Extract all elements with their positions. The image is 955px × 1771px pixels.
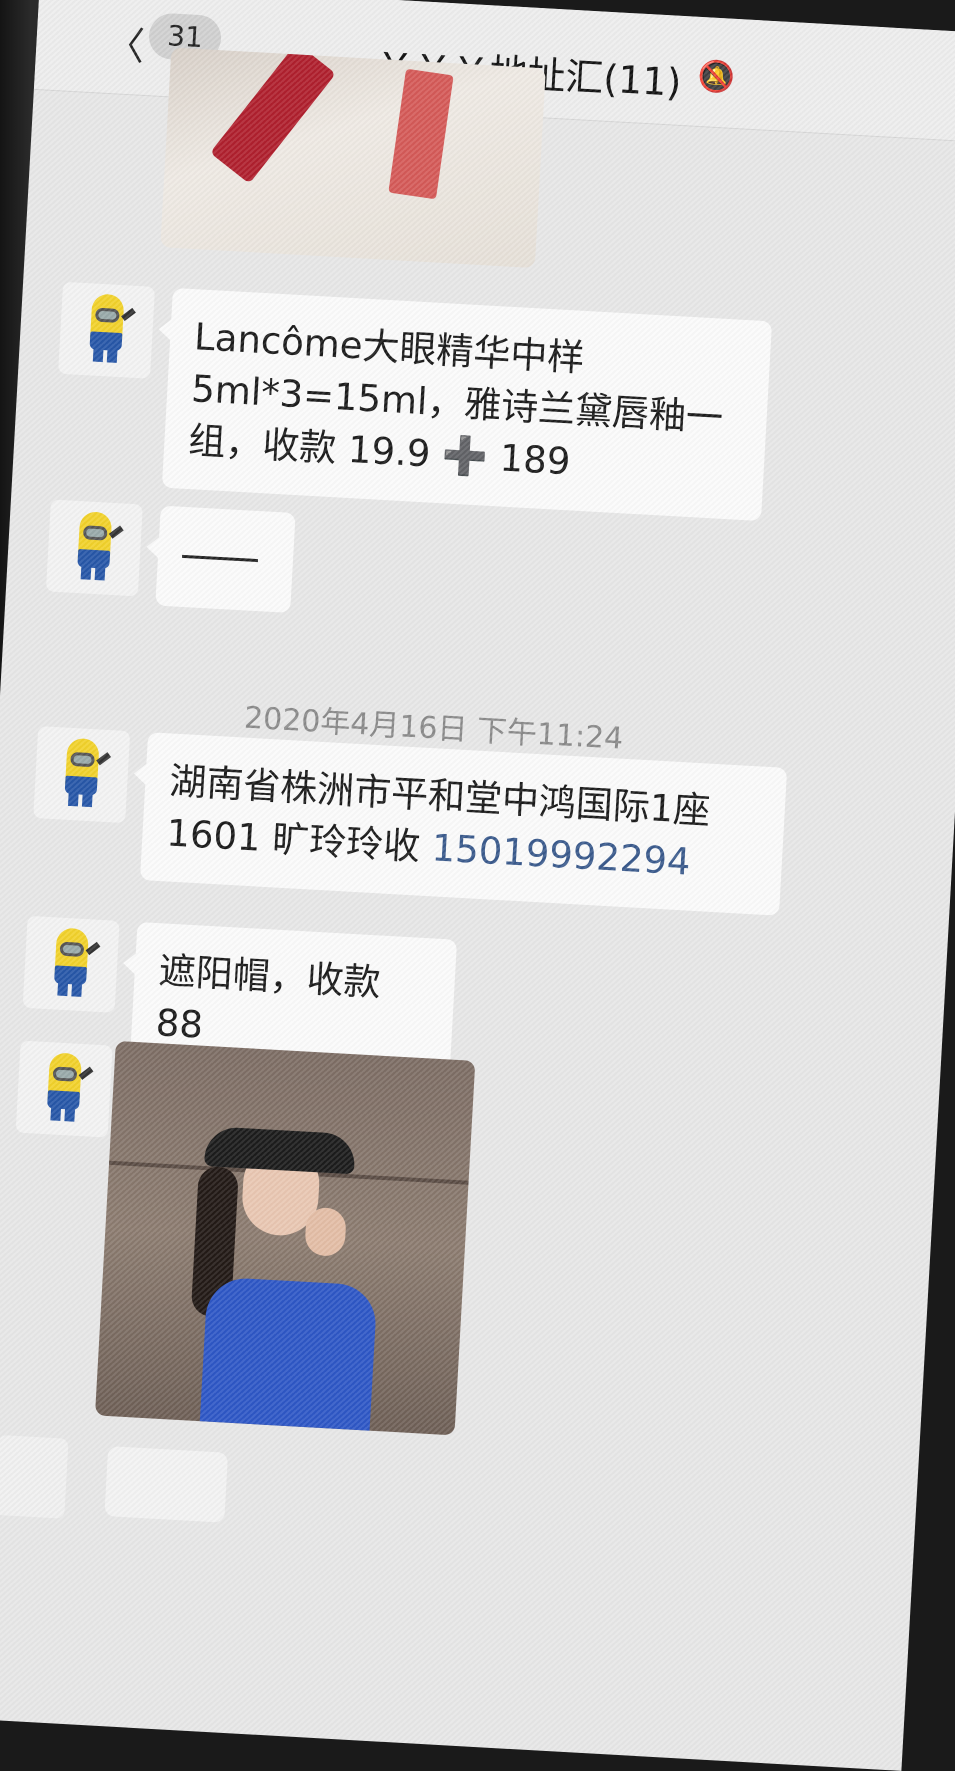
back-arrow-icon[interactable]: 〈 <box>105 14 146 71</box>
hand-shape <box>304 1206 347 1257</box>
minion-avatar-icon <box>46 1052 94 1122</box>
message-bubble[interactable]: 湖南省株洲市平和堂中鸿国际1座1601 旷玲玲收 15019992294 <box>139 732 788 916</box>
avatar[interactable] <box>15 1040 113 1138</box>
blue-shirt-shape <box>199 1276 378 1436</box>
lipstick-image-message[interactable] <box>160 47 546 269</box>
minion-avatar-icon <box>64 737 112 808</box>
avatar[interactable] <box>33 726 131 824</box>
avatar[interactable] <box>22 915 120 1013</box>
minion-avatar-icon <box>77 511 124 581</box>
message-text: Lancôme大眼精华中样5ml*3=15ml，雅诗兰黛唇釉一组，收款 19.9… <box>187 315 725 484</box>
message-text: 遮阳帽，收款 88 <box>154 949 382 1047</box>
chat-screen: 〈 31 ￥￥￥地址汇(11) 🔕 Lancôme大眼精华中样5ml*3=15m… <box>0 0 955 1771</box>
bell-off-icon: 🔕 <box>696 58 736 96</box>
dash-message <box>181 554 259 563</box>
lipstick-red <box>209 47 336 184</box>
avatar[interactable] <box>45 499 143 597</box>
woman-photo-message[interactable] <box>94 1040 476 1436</box>
lipstick-coral <box>388 68 454 200</box>
minion-avatar-icon <box>89 293 136 363</box>
visor-hat-shape <box>204 1126 357 1175</box>
avatar[interactable] <box>58 281 156 379</box>
message-bubble[interactable] <box>104 1446 229 1523</box>
phone-number-link[interactable]: 15019992294 <box>431 826 692 883</box>
message-bubble[interactable]: Lancôme大眼精华中样5ml*3=15ml，雅诗兰黛唇釉一组，收款 19.9… <box>161 287 773 522</box>
minion-avatar-icon <box>53 927 101 997</box>
avatar[interactable] <box>0 1434 69 1519</box>
message-bubble[interactable] <box>155 505 296 613</box>
